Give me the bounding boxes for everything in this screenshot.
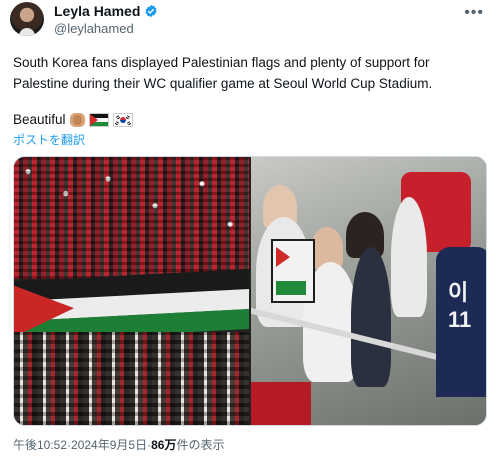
media-grid: 이 11: [13, 156, 487, 426]
palestine-flag-icon: [88, 113, 109, 127]
stadium-crowd-photo[interactable]: [14, 157, 249, 425]
tweet-text: South Korea fans displayed Palestinian f…: [13, 52, 483, 94]
tweet-header: Leyla Hamed @leylahamed •••: [10, 2, 490, 40]
author-handle[interactable]: @leylahamed: [54, 21, 134, 36]
translate-post-link[interactable]: ポストを翻訳: [13, 131, 85, 148]
palestinian-flag-sign: [271, 239, 315, 303]
clapping-hands-icon: [69, 113, 85, 127]
views-label: 件の表示: [176, 438, 225, 452]
more-options-icon[interactable]: •••: [464, 4, 484, 22]
name-row: Leyla Hamed: [54, 3, 158, 19]
jersey-text: 이 11: [448, 280, 472, 332]
jersey: 이 11: [436, 247, 486, 397]
verified-badge-icon: [145, 4, 157, 18]
palestinian-flag-banner: [14, 268, 249, 342]
tweet-text-line: South Korea fans displayed Palestinian f…: [13, 55, 430, 70]
tweet-text-line: Palestine during their WC qualifier game…: [13, 76, 433, 91]
post-date[interactable]: 2024年9月5日: [71, 436, 147, 453]
post-time[interactable]: 午後10:52: [13, 436, 67, 453]
tweet-caption: Beautiful: [13, 110, 133, 130]
caption-text: Beautiful: [13, 112, 66, 127]
avatar[interactable]: [10, 2, 44, 36]
views-count: 86万: [151, 438, 177, 452]
tweet-meta: 午後10:52 · 2024年9月5日 · 86万 件の表示: [13, 436, 224, 453]
author-name[interactable]: Leyla Hamed: [54, 3, 140, 19]
south-korea-flag-icon: [112, 113, 133, 127]
fans-with-flag-photo[interactable]: 이 11: [251, 157, 486, 425]
